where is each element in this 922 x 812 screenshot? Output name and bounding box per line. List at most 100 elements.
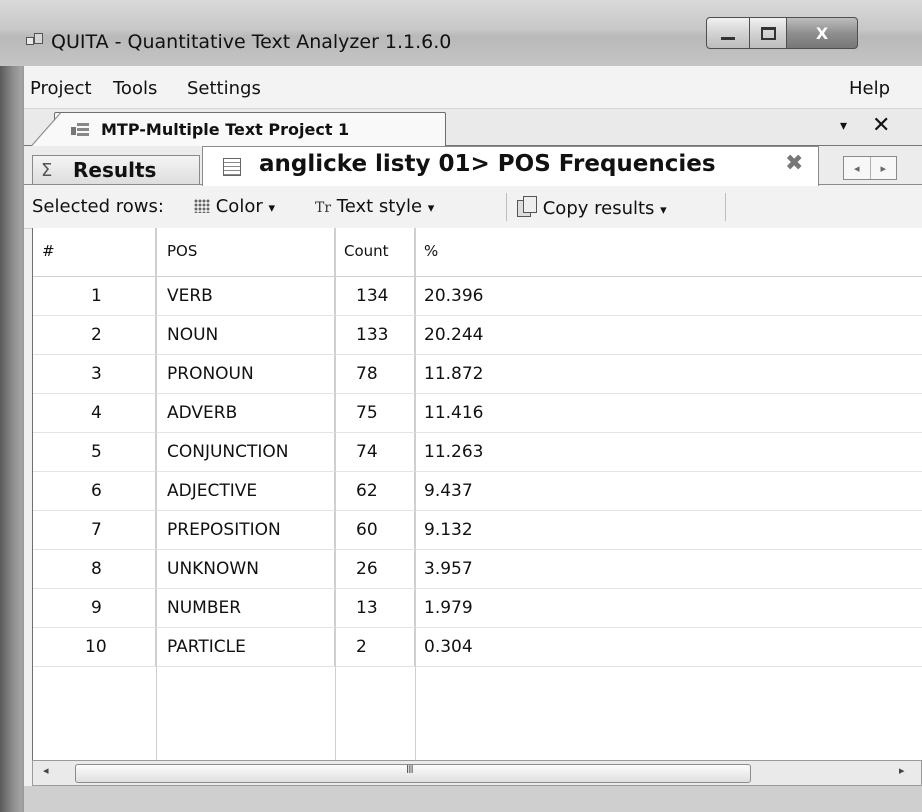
row-index-cell[interactable]: 8 [33, 550, 156, 588]
copy-results-label: Copy results [542, 198, 655, 219]
close-tab-icon[interactable]: ✖ [785, 151, 803, 176]
table-row[interactable]: 1 VERB 134 20.396 [33, 277, 922, 316]
row-pos-cell[interactable]: CONJUNCTION [157, 433, 335, 471]
row-count-cell[interactable]: 2 [336, 628, 415, 666]
row-pos-cell[interactable]: VERB [157, 277, 335, 315]
row-percent-cell[interactable]: 9.132 [416, 511, 922, 549]
menu-project[interactable]: Project [30, 78, 92, 99]
tab-list-dropdown-icon[interactable]: ▾ [840, 118, 847, 134]
row-count-cell[interactable]: 75 [336, 394, 415, 432]
app-icon[interactable] [26, 33, 43, 45]
row-pos-cell[interactable]: UNKNOWN [157, 550, 335, 588]
row-index-cell[interactable]: 4 [33, 394, 156, 432]
column-header-percent[interactable]: % [416, 228, 922, 276]
tab-project[interactable]: MTP-Multiple Text Project 1 [31, 112, 446, 146]
row-percent-cell[interactable]: 11.416 [416, 394, 922, 432]
row-count-cell[interactable]: 60 [336, 511, 415, 549]
row-index-cell[interactable]: 5 [33, 433, 156, 471]
chevron-down-icon: ▾ [268, 201, 275, 216]
row-percent-cell[interactable]: 0.304 [416, 628, 922, 666]
table-row[interactable]: 7 PREPOSITION 60 9.132 [33, 511, 922, 550]
color-grid-icon [194, 199, 210, 213]
column-header-pos[interactable]: POS [157, 228, 335, 276]
window-title: QUITA - Quantitative Text Analyzer 1.1.6… [51, 31, 452, 53]
row-pos-cell[interactable]: NUMBER [157, 589, 335, 627]
row-count-cell[interactable]: 62 [336, 472, 415, 510]
row-pos-cell[interactable]: ADVERB [157, 394, 335, 432]
color-button[interactable]: Color ▾ [194, 196, 275, 217]
row-count-cell[interactable]: 133 [336, 316, 415, 354]
copy-results-button[interactable]: Copy results ▾ [517, 196, 667, 219]
row-index-cell[interactable]: 1 [33, 277, 156, 315]
row-percent-cell[interactable]: 3.957 [416, 550, 922, 588]
close-window-button[interactable]: X [787, 17, 858, 49]
chevron-down-icon: ▾ [660, 203, 667, 218]
minimize-button[interactable] [706, 17, 750, 49]
horizontal-scrollbar[interactable]: ◂ III ▸ [32, 760, 922, 786]
row-percent-cell[interactable]: 11.872 [416, 355, 922, 393]
tab-scroll-right-icon[interactable]: ▸ [871, 157, 897, 179]
copy-icon [517, 196, 537, 218]
result-tab-bar: Σ Results anglicke listy 01> POS Frequen… [24, 146, 922, 186]
row-index-cell[interactable]: 2 [33, 316, 156, 354]
client-area: Project Tools Settings Help MTP-Multiple… [24, 66, 922, 812]
maximize-icon [760, 26, 776, 40]
row-count-cell[interactable]: 78 [336, 355, 415, 393]
row-index-cell[interactable]: 10 [33, 628, 156, 666]
column-header-count[interactable]: Count [336, 228, 415, 276]
tab-results-label: Results [73, 158, 157, 182]
row-percent-cell[interactable]: 1.979 [416, 589, 922, 627]
chevron-down-icon: ▾ [427, 201, 435, 216]
column-header-index[interactable]: # [33, 228, 156, 276]
maximize-button[interactable] [750, 17, 787, 49]
toolbar-separator [506, 193, 507, 221]
row-percent-cell[interactable]: 20.244 [416, 316, 922, 354]
table-body: 1 VERB 134 20.396 2 NOUN 133 20.244 3 PRONOUN 78 11… [33, 277, 922, 667]
table-row[interactable]: 5 CONJUNCTION 74 11.263 [33, 433, 922, 472]
table-row[interactable]: 6 ADJECTIVE 62 9.437 [33, 472, 922, 511]
row-pos-cell[interactable]: PARTICLE [157, 628, 335, 666]
table-row[interactable]: 8 UNKNOWN 26 3.957 [33, 550, 922, 589]
tab-project-label: MTP-Multiple Text Project 1 [101, 120, 350, 139]
tab-results[interactable]: Σ Results [32, 155, 200, 186]
close-icon: X [815, 23, 829, 43]
column-divider [156, 228, 157, 760]
scroll-right-icon[interactable]: ▸ [899, 764, 905, 777]
document-tab-bar: MTP-Multiple Text Project 1 ▾ ✕ [24, 109, 922, 146]
row-count-cell[interactable]: 74 [336, 433, 415, 471]
text-style-button[interactable]: Tr Text style ▾ [315, 196, 434, 217]
row-count-cell[interactable]: 134 [336, 277, 415, 315]
column-divider [415, 228, 416, 760]
table-row[interactable]: 10 PARTICLE 2 0.304 [33, 628, 922, 667]
row-index-cell[interactable]: 7 [33, 511, 156, 549]
title-bar[interactable]: QUITA - Quantitative Text Analyzer 1.1.6… [0, 0, 922, 66]
row-pos-cell[interactable]: PREPOSITION [157, 511, 335, 549]
menu-help[interactable]: Help [849, 78, 890, 99]
table-row[interactable]: 9 NUMBER 13 1.979 [33, 589, 922, 628]
close-document-icon[interactable]: ✕ [872, 113, 890, 138]
tab-scroll-left-icon[interactable]: ◂ [844, 157, 871, 179]
row-index-cell[interactable]: 3 [33, 355, 156, 393]
row-pos-cell[interactable]: ADJECTIVE [157, 472, 335, 510]
scrollbar-thumb[interactable]: III [75, 763, 751, 783]
menu-settings[interactable]: Settings [187, 78, 261, 99]
row-percent-cell[interactable]: 9.437 [416, 472, 922, 510]
table-row[interactable]: 3 PRONOUN 78 11.872 [33, 355, 922, 394]
project-icon [71, 122, 91, 138]
row-percent-cell[interactable]: 20.396 [416, 277, 922, 315]
row-pos-cell[interactable]: PRONOUN [157, 355, 335, 393]
row-count-cell[interactable]: 26 [336, 550, 415, 588]
row-count-cell[interactable]: 13 [336, 589, 415, 627]
tab-pos-frequencies-label: anglicke listy 01> POS Frequencies [259, 151, 716, 177]
table-row[interactable]: 4 ADVERB 75 11.416 [33, 394, 922, 433]
scroll-left-icon[interactable]: ◂ [43, 764, 49, 777]
row-index-cell[interactable]: 6 [33, 472, 156, 510]
row-index-cell[interactable]: 9 [33, 589, 156, 627]
row-pos-cell[interactable]: NOUN [157, 316, 335, 354]
tab-pos-frequencies[interactable]: anglicke listy 01> POS Frequencies ✖ [202, 146, 819, 186]
menu-tools[interactable]: Tools [113, 78, 157, 99]
grip-icon: III [406, 763, 414, 776]
table-row[interactable]: 2 NOUN 133 20.244 [33, 316, 922, 355]
minimize-icon [721, 36, 735, 40]
row-percent-cell[interactable]: 11.263 [416, 433, 922, 471]
